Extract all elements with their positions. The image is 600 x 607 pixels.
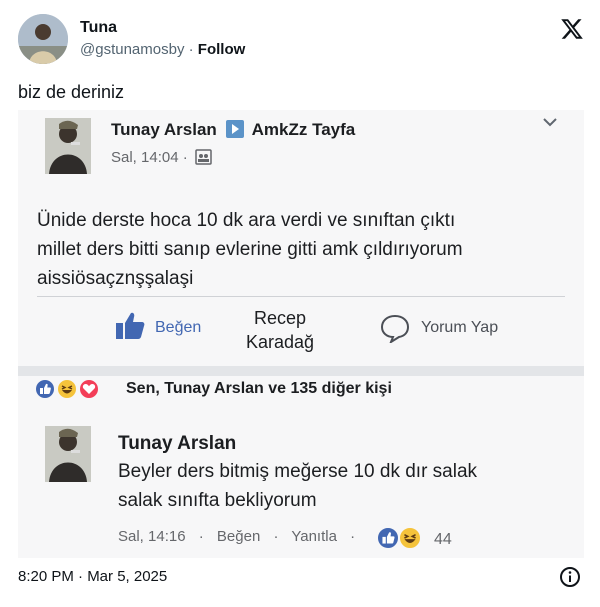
meta-dot: ·	[198, 528, 204, 545]
meta-dot: ·	[273, 528, 279, 545]
post-author[interactable]: Tunay Arslan	[111, 120, 217, 139]
share-arrow-icon	[225, 120, 244, 143]
comment-like-link[interactable]: Beğen	[217, 528, 260, 545]
comment-reaction-count: 44	[434, 531, 452, 548]
post-body-line: millet ders bitti sanıp evlerine gitti a…	[37, 239, 463, 260]
comment-reply-link[interactable]: Yanıtla	[291, 528, 337, 545]
user-handle-line: @gstunamosby · Follow	[80, 41, 245, 58]
section-separator	[18, 366, 584, 376]
user-handle[interactable]: @gstunamosby	[80, 41, 184, 58]
comment-body: Beyler ders bitmiş meğerse 10 dk dır sal…	[118, 457, 573, 515]
reactions-summary[interactable]: Sen, Tunay Arslan ve 135 diğer kişi	[126, 380, 392, 398]
post-author-photo	[45, 118, 91, 174]
haha-reaction-icon	[398, 526, 422, 550]
comment-button[interactable]: Yorum Yap	[421, 319, 498, 337]
tweet-timestamp[interactable]: 8:20 PM · Mar 5, 2025	[18, 568, 167, 585]
like-button[interactable]: Beğen	[155, 319, 201, 337]
comment-body-line: Beyler ders bitmiş meğerse 10 dk dır sal…	[118, 461, 478, 482]
like-reaction-icon	[34, 378, 56, 400]
comment-author-photo	[45, 426, 91, 482]
middle-action-line: Recep	[253, 308, 307, 328]
post-group[interactable]: AmkZz Tayfa	[252, 120, 356, 139]
facebook-screenshot: Tunay Arslan AmkZz Tayfa Sal, 14:04 · Ün…	[18, 110, 584, 558]
middle-action-line: Karadağ	[245, 332, 315, 352]
avatar[interactable]	[18, 14, 68, 64]
tweet-header: Tuna @gstunamosby · Follow	[18, 14, 584, 64]
post-meta: Sal, 14:04 ·	[111, 149, 212, 169]
divider	[37, 296, 565, 297]
user-name[interactable]: Tuna	[80, 19, 117, 37]
post-time: Sal, 14:04 ·	[111, 149, 188, 166]
meta-dot: ·	[350, 528, 356, 545]
love-reaction-icon	[78, 378, 100, 400]
tweet-text: biz de deriniz	[18, 82, 125, 102]
post-body-line: Ünide derste hoca 10 dk ara verdi ve sın…	[37, 210, 456, 231]
comment-meta: Sal, 14:16 · Beğen · Yanıtla ·	[118, 528, 364, 545]
post-body-line: aissiösaçznşşalaşi	[37, 268, 194, 289]
follow-button[interactable]: Follow	[198, 41, 246, 58]
middle-action: Recep Karadağ	[235, 306, 325, 354]
reaction-icons[interactable]	[34, 376, 124, 404]
chevron-down-icon[interactable]	[542, 116, 558, 128]
group-audience-icon	[195, 149, 212, 169]
post-header: Tunay Arslan AmkZz Tayfa	[111, 120, 355, 143]
haha-reaction-icon	[56, 378, 78, 400]
post-body: Ünide derste hoca 10 dk ara verdi ve sın…	[37, 206, 577, 293]
comment-reactions[interactable]	[376, 525, 424, 551]
comment-body-line: salak sınıfta bekliyorum	[118, 490, 317, 511]
x-logo-icon[interactable]	[560, 17, 584, 41]
info-icon[interactable]	[559, 566, 581, 588]
comment-author[interactable]: Tunay Arslan	[118, 433, 236, 455]
comment-time: Sal, 14:16	[118, 528, 186, 545]
like-reaction-icon	[376, 526, 400, 550]
comment-bubble-icon[interactable]	[380, 313, 410, 343]
like-thumb-icon[interactable]	[114, 310, 146, 342]
separator-dot: ·	[184, 41, 198, 58]
